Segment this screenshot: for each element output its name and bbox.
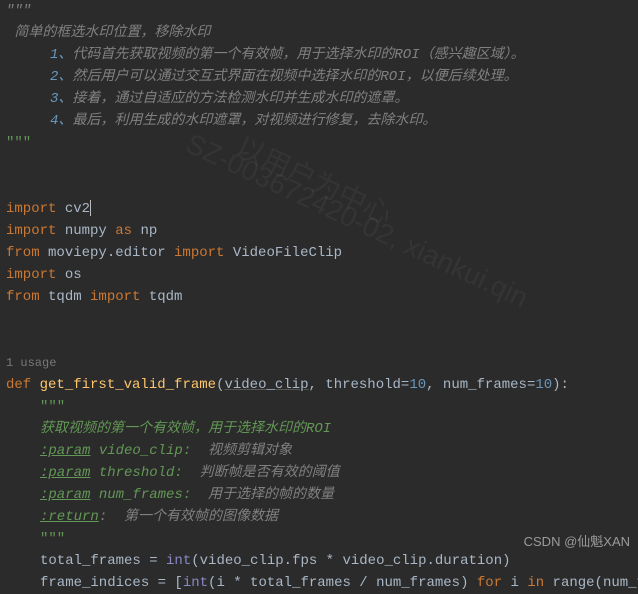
doc-line: 2、然后用户可以通过交互式界面在视频中选择水印的ROI，以便后续处理。	[6, 66, 638, 88]
docstring-line: :return: 第一个有效帧的图像数据	[6, 506, 638, 528]
doc-quote-end: """	[6, 132, 638, 154]
docstring-open: """	[6, 396, 638, 418]
docstring-line: :param video_clip: 视频剪辑对象	[6, 440, 638, 462]
import-line: from tqdm import tqdm	[6, 286, 638, 308]
import-line: import cv2	[6, 198, 638, 220]
docstring-line: :param num_frames: 用于选择的帧的数量	[6, 484, 638, 506]
doc-line: 1、代码首先获取视频的第一个有效帧，用于选择水印的ROI（感兴趣区域）。	[6, 44, 638, 66]
import-line: import numpy as np	[6, 220, 638, 242]
code-line: total_frames = int(video_clip.fps * vide…	[6, 550, 638, 572]
import-line: from moviepy.editor import VideoFileClip	[6, 242, 638, 264]
docstring-line: 获取视频的第一个有效帧，用于选择水印的ROI	[6, 418, 638, 440]
doc-line: 4、最后，利用生成的水印遮罩，对视频进行修复，去除水印。	[6, 110, 638, 132]
csdn-watermark: CSDN @仙魁XAN	[524, 531, 630, 553]
code-line: frame_indices = [int(i * total_frames / …	[6, 572, 638, 594]
code-editor[interactable]: """ 简单的框选水印位置，移除水印 1、代码首先获取视频的第一个有效帧，用于选…	[0, 0, 638, 594]
doc-line: 3、接着，通过自适应的方法检测水印并生成水印的遮罩。	[6, 88, 638, 110]
usage-hint[interactable]: 1 usage	[6, 352, 638, 374]
docstring-line: :param threshold: 判断帧是否有效的阈值	[6, 462, 638, 484]
import-line: import os	[6, 264, 638, 286]
doc-line: 简单的框选水印位置，移除水印	[6, 22, 638, 44]
doc-quote-top: """	[6, 3, 31, 19]
text-caret	[90, 200, 91, 216]
function-def: def get_first_valid_frame(video_clip, th…	[6, 374, 638, 396]
